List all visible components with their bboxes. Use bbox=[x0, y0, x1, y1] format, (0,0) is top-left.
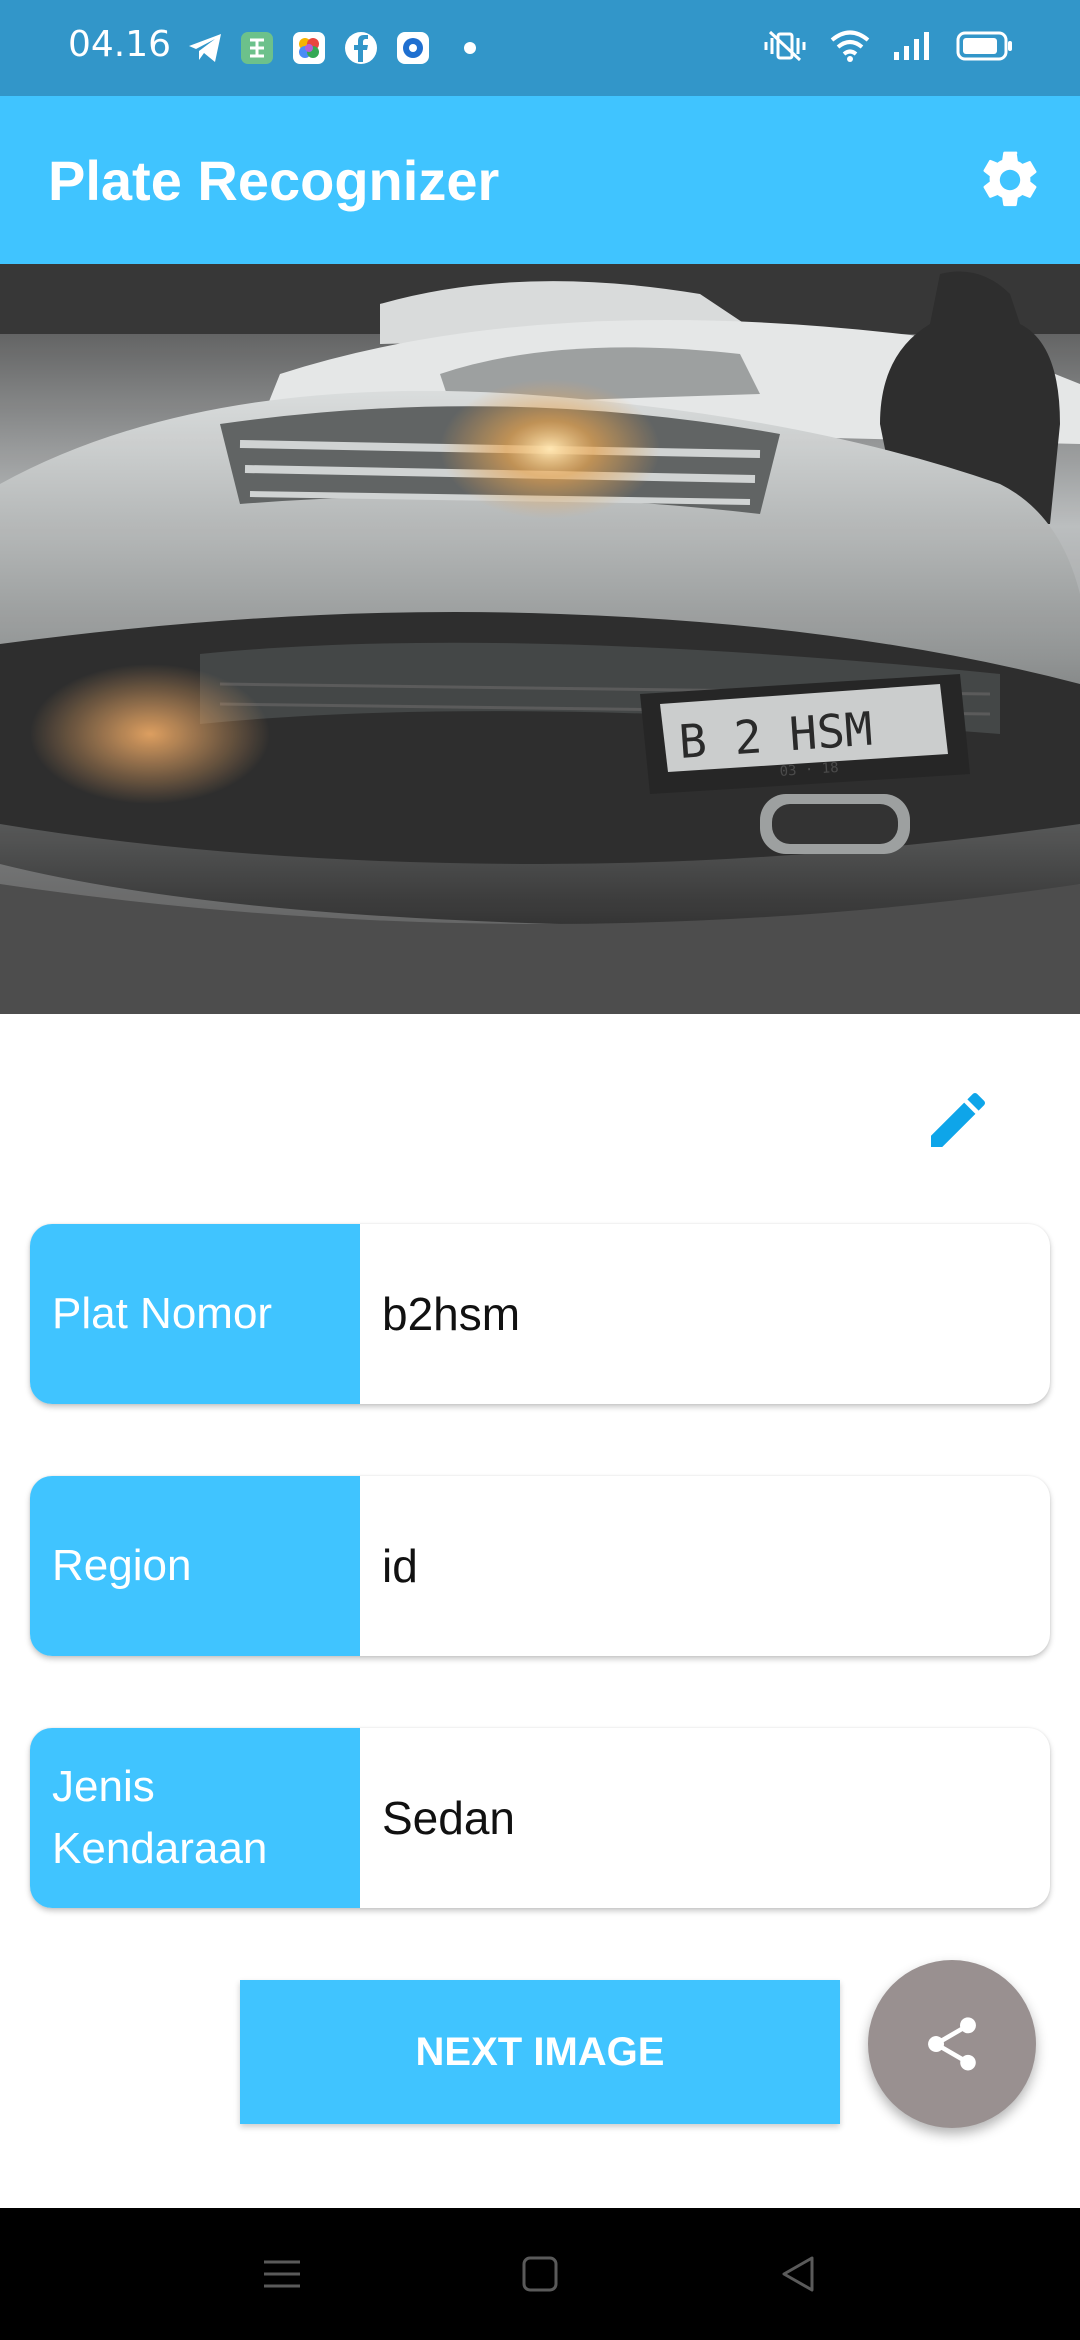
recents-button[interactable] bbox=[258, 2250, 306, 2298]
region-card: Region id bbox=[30, 1476, 1050, 1656]
vehicle-type-card: Jenis Kendaraan Sedan bbox=[30, 1728, 1050, 1908]
plate-number-card: Plat Nomor b2hsm bbox=[30, 1224, 1050, 1404]
menu-icon bbox=[264, 2260, 300, 2288]
share-button[interactable] bbox=[868, 1960, 1036, 2128]
back-button[interactable] bbox=[774, 2250, 822, 2298]
app-bar: Plate Recognizer bbox=[0, 96, 1080, 264]
telegram-icon bbox=[186, 29, 224, 67]
home-icon bbox=[522, 2256, 558, 2292]
facebook-icon bbox=[342, 29, 380, 67]
region-label: Region bbox=[30, 1476, 360, 1656]
share-icon bbox=[928, 2017, 976, 2071]
app-title: Plate Recognizer bbox=[48, 149, 500, 212]
car-image: B 2 HSM 03 · 18 bbox=[0, 264, 1080, 1014]
browser-icon bbox=[394, 29, 432, 67]
settings-button[interactable] bbox=[976, 146, 1044, 214]
edit-button[interactable] bbox=[922, 1084, 994, 1156]
app-icon bbox=[238, 29, 276, 67]
signal-icon bbox=[892, 30, 934, 67]
system-nav-bar bbox=[0, 2208, 1080, 2340]
pencil-icon bbox=[931, 1092, 986, 1147]
plate-number-label: Plat Nomor bbox=[30, 1224, 360, 1404]
vehicle-type-value: Sedan bbox=[382, 1792, 516, 1844]
status-time: 04.16 bbox=[68, 24, 172, 65]
region-value: id bbox=[382, 1540, 418, 1592]
notification-icons bbox=[186, 29, 476, 67]
wifi-icon bbox=[830, 29, 870, 68]
more-notifications-dot bbox=[464, 42, 476, 54]
home-button[interactable] bbox=[516, 2250, 564, 2298]
plate-number-value: b2hsm bbox=[382, 1288, 521, 1340]
gear-icon bbox=[983, 151, 1037, 207]
captured-car-photo: B 2 HSM 03 · 18 bbox=[0, 264, 1080, 1014]
next-image-button[interactable]: NEXT IMAGE bbox=[240, 1980, 840, 2124]
status-bar: 04.16 bbox=[0, 0, 1080, 96]
vehicle-type-label: Jenis Kendaraan bbox=[30, 1728, 360, 1908]
vibrate-icon bbox=[762, 28, 808, 69]
system-icons bbox=[762, 28, 1014, 69]
back-icon bbox=[782, 2256, 814, 2292]
battery-icon bbox=[956, 31, 1014, 66]
photos-icon bbox=[290, 29, 328, 67]
